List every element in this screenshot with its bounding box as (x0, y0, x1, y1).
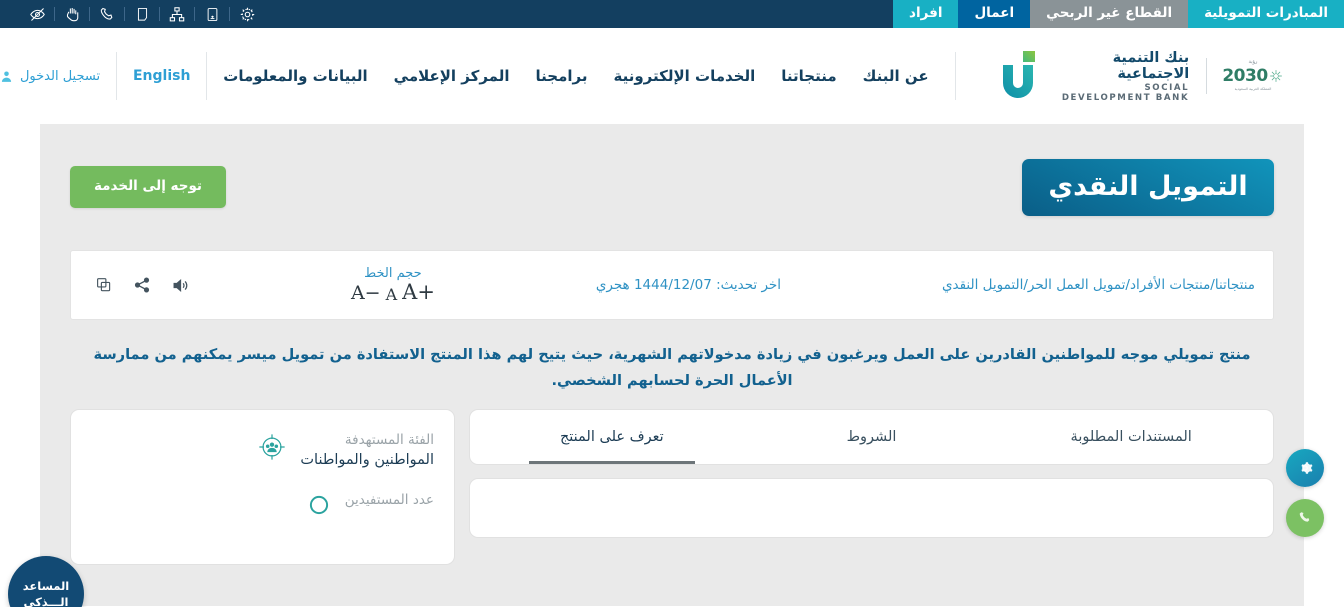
icon-divider (124, 7, 125, 21)
info-text: عدد المستفيدين (345, 492, 434, 511)
breadcrumb-text: منتجاتنا/منتجات الأفراد/تمويل العمل الحر… (942, 277, 1255, 293)
bank-name-arabic: بنك التنمية الاجتماعية (1054, 50, 1189, 82)
site-header: رؤية 2030 المملكة العربية السعودية بنك ا… (0, 28, 1344, 124)
top-tab-label: المبادرات التمويلية (1204, 7, 1328, 21)
info-label: عدد المستفيدين (345, 492, 434, 508)
product-info-card: الفئة المستهدفة المواطنين والمواطنات (70, 409, 455, 565)
language-switcher[interactable]: English (133, 68, 190, 84)
font-size-control: حجم الخط A− A A+ (351, 267, 435, 303)
content-panel: و التمويل النقدي توجه إلى الخدمة منتجاتن… (40, 124, 1304, 606)
top-sector-tabs: المبادرات التمويلية القطاع غير الربحي اع… (893, 0, 1344, 28)
page-toolbar: منتجاتنا/منتجات الأفراد/تمويل العمل الحر… (70, 250, 1274, 320)
go-to-service-button[interactable]: توجه إلى الخدمة (70, 166, 226, 208)
tab-about-product[interactable]: تعرف على المنتج (482, 410, 742, 464)
copy-icon[interactable] (95, 276, 113, 294)
tab-label: الشروط (847, 429, 897, 445)
info-text: الفئة المستهدفة المواطنين والمواطنات (300, 432, 434, 470)
font-size-label: حجم الخط (364, 267, 422, 280)
top-tab-label: افراد (909, 7, 942, 21)
header-divider-1 (955, 52, 956, 100)
page-icon[interactable] (125, 0, 159, 28)
mobile-icon[interactable] (195, 0, 229, 28)
toolbar-icons (95, 276, 190, 295)
vision-subtitle: المملكة العربية السعودية (1235, 87, 1272, 92)
sign-language-icon[interactable] (55, 0, 89, 28)
bank-logo-mark (995, 49, 1041, 103)
floating-action-buttons (1286, 449, 1324, 537)
info-row-target-audience: الفئة المستهدفة المواطنين والمواطنات (91, 432, 434, 470)
top-tab-individuals[interactable]: افراد (893, 0, 958, 28)
tab-content-card (469, 478, 1274, 538)
top-tab-label: اعمال (974, 7, 1014, 21)
icon-divider (54, 7, 55, 21)
top-tab-nonprofit-sector[interactable]: القطاع غير الربحي (1030, 0, 1188, 28)
top-utility-bar: المبادرات التمويلية القطاع غير الربحي اع… (0, 0, 1344, 28)
icon-divider (89, 7, 90, 21)
font-size-buttons: A− A A+ (351, 282, 435, 303)
hero-section: التمويل النقدي توجه إلى الخدمة (40, 124, 1304, 250)
settings-fab-button[interactable] (1286, 449, 1324, 487)
header-divider-3 (116, 52, 117, 100)
vision-label-top: رؤية (1249, 59, 1258, 65)
phone-icon[interactable] (90, 0, 124, 28)
icon-divider (159, 7, 160, 21)
font-size-normal-button[interactable]: A (386, 287, 398, 303)
assistant-label-line1: المساعد (23, 579, 70, 593)
nav-item-data-and-information[interactable]: البيانات والمعلومات (223, 67, 367, 85)
contact-fab-button[interactable] (1286, 499, 1324, 537)
top-tab-label: القطاع غير الربحي (1046, 7, 1172, 21)
share-icon[interactable] (133, 276, 151, 294)
icon-divider (229, 7, 230, 21)
info-row-beneficiaries: عدد المستفيدين (91, 492, 434, 522)
page-title: التمويل النقدي (1022, 159, 1274, 216)
tab-label: تعرف على المنتج (560, 429, 664, 445)
tabs-column: المستندات المطلوبة الشروط تعرف على المنت… (469, 409, 1274, 538)
login-label: تسجيل الدخول (20, 69, 100, 84)
tab-conditions[interactable]: الشروط (742, 410, 1002, 464)
bank-name-english: SOCIAL DEVELOPMENT BANK (1054, 83, 1189, 103)
assistant-label-line2: الـــذكي (23, 595, 68, 607)
user-avatar-icon (0, 69, 13, 84)
top-tab-funding-initiatives[interactable]: المبادرات التمويلية (1188, 0, 1344, 28)
tab-required-documents[interactable]: المستندات المطلوبة (1001, 410, 1261, 464)
page-body: و التمويل النقدي توجه إلى الخدمة منتجاتن… (0, 124, 1344, 606)
font-size-decrease-button[interactable]: A− (351, 284, 381, 303)
beneficiaries-icon (302, 492, 332, 522)
sitemap-icon[interactable] (160, 0, 194, 28)
accessibility-icon-bar (0, 0, 264, 28)
info-value: المواطنين والمواطنات (300, 451, 434, 470)
bank-name-block: بنك التنمية الاجتماعية SOCIAL DEVELOPMEN… (1054, 50, 1189, 103)
gear-accessibility-icon[interactable] (230, 0, 264, 28)
main-navigation: عن البنك منتجاتنا الخدمات الإلكترونية بر… (223, 67, 928, 85)
vision-2030-logo: رؤية 2030 المملكة العربية السعودية (1224, 59, 1282, 92)
icon-divider (194, 7, 195, 21)
breadcrumb[interactable]: منتجاتنا/منتجات الأفراد/تمويل العمل الحر… (942, 277, 1255, 293)
nav-item-e-services[interactable]: الخدمات الإلكترونية (613, 67, 755, 85)
info-label: الفئة المستهدفة (300, 432, 434, 448)
nav-item-media-center[interactable]: المركز الإعلامي (394, 67, 510, 85)
login-button[interactable]: تسجيل الدخول (0, 69, 100, 84)
speaker-icon[interactable] (171, 276, 190, 295)
top-tab-business[interactable]: اعمال (958, 0, 1030, 28)
nav-item-our-programs[interactable]: برامجنا (536, 67, 588, 85)
vision-number: 2030 (1222, 66, 1283, 86)
brand-logo[interactable]: رؤية 2030 المملكة العربية السعودية بنك ا… (971, 49, 1282, 103)
product-tabs: المستندات المطلوبة الشروط تعرف على المنت… (469, 409, 1274, 465)
tab-label: المستندات المطلوبة (1071, 429, 1192, 445)
vision-number-text: 2030 (1222, 66, 1267, 86)
last-updated-text: اخر تحديث: 1444/12/07 هجري (596, 277, 781, 293)
nav-item-about-bank[interactable]: عن البنك (863, 67, 929, 85)
font-size-increase-button[interactable]: A+ (402, 282, 435, 303)
header-divider-2 (206, 52, 207, 100)
target-audience-icon (257, 432, 287, 462)
nav-item-our-products[interactable]: منتجاتنا (781, 67, 836, 85)
logo-separator (1206, 58, 1207, 94)
lower-content: المستندات المطلوبة الشروط تعرف على المنت… (70, 409, 1274, 565)
eye-slash-icon[interactable] (20, 0, 54, 28)
product-description: منتج تمويلي موجه للمواطنين القادرين على … (70, 342, 1274, 393)
